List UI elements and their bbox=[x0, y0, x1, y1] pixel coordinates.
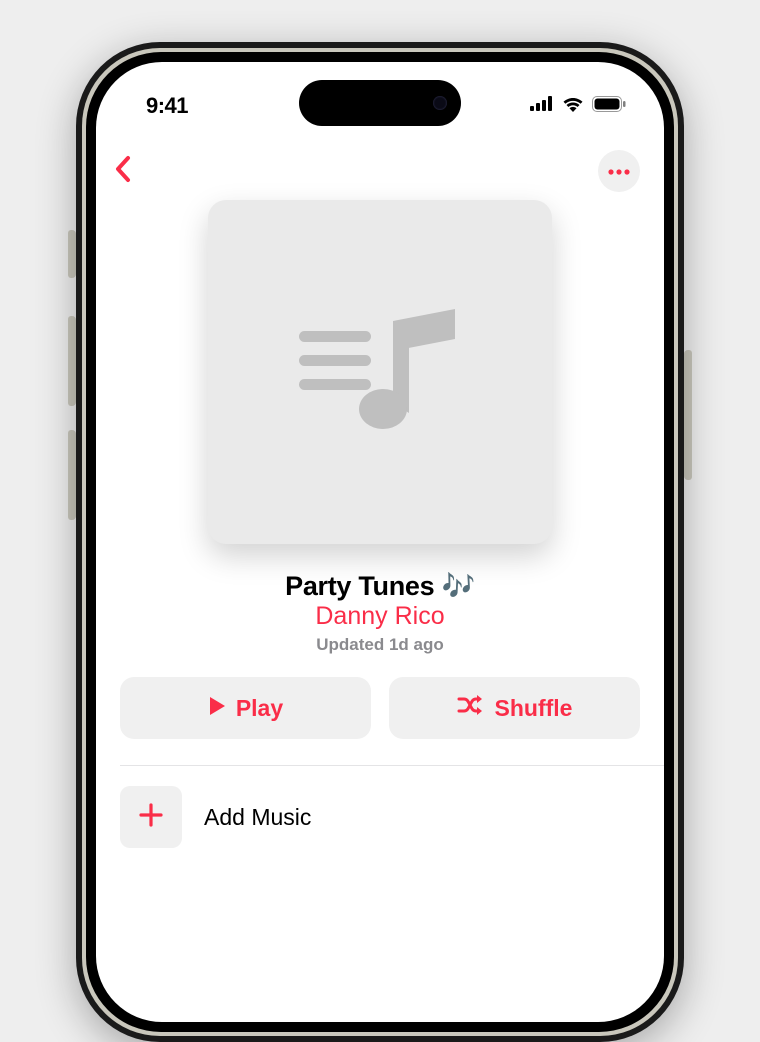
playlist-title: Party Tunes 🎶 bbox=[96, 570, 664, 602]
cellular-icon bbox=[530, 96, 554, 116]
chevron-left-icon bbox=[114, 155, 132, 188]
dynamic-island bbox=[299, 80, 461, 126]
volume-down-button bbox=[68, 430, 76, 520]
add-music-button[interactable]: Add Music bbox=[96, 766, 664, 868]
playlist-icon bbox=[285, 295, 475, 450]
action-row: Play Shuffle bbox=[96, 677, 664, 739]
battery-icon bbox=[592, 96, 626, 117]
title-block: Party Tunes 🎶 Danny Rico Updated 1d ago bbox=[96, 570, 664, 655]
status-time: 9:41 bbox=[146, 93, 188, 119]
playlist-author[interactable]: Danny Rico bbox=[96, 602, 664, 631]
play-button[interactable]: Play bbox=[120, 677, 371, 739]
play-label: Play bbox=[236, 695, 283, 722]
playlist-updated: Updated 1d ago bbox=[96, 635, 664, 655]
back-button[interactable] bbox=[114, 151, 154, 191]
playlist-artwork-placeholder[interactable] bbox=[208, 200, 552, 544]
shuffle-button[interactable]: Shuffle bbox=[389, 677, 640, 739]
plus-icon bbox=[137, 801, 165, 834]
screen: 9:41 bbox=[96, 62, 664, 1022]
shuffle-icon bbox=[457, 694, 485, 722]
silence-switch bbox=[68, 230, 76, 278]
add-music-label: Add Music bbox=[204, 804, 311, 831]
status-icons bbox=[530, 96, 626, 117]
add-icon-box bbox=[120, 786, 182, 848]
shuffle-label: Shuffle bbox=[495, 695, 573, 722]
play-icon bbox=[208, 695, 226, 722]
power-button bbox=[684, 350, 692, 480]
volume-up-button bbox=[68, 316, 76, 406]
ellipsis-icon bbox=[607, 162, 631, 180]
nav-bar bbox=[96, 142, 664, 196]
more-button[interactable] bbox=[598, 150, 640, 192]
wifi-icon bbox=[562, 96, 584, 117]
phone-frame: 9:41 bbox=[76, 42, 684, 1042]
playlist-artwork-container bbox=[96, 200, 664, 544]
